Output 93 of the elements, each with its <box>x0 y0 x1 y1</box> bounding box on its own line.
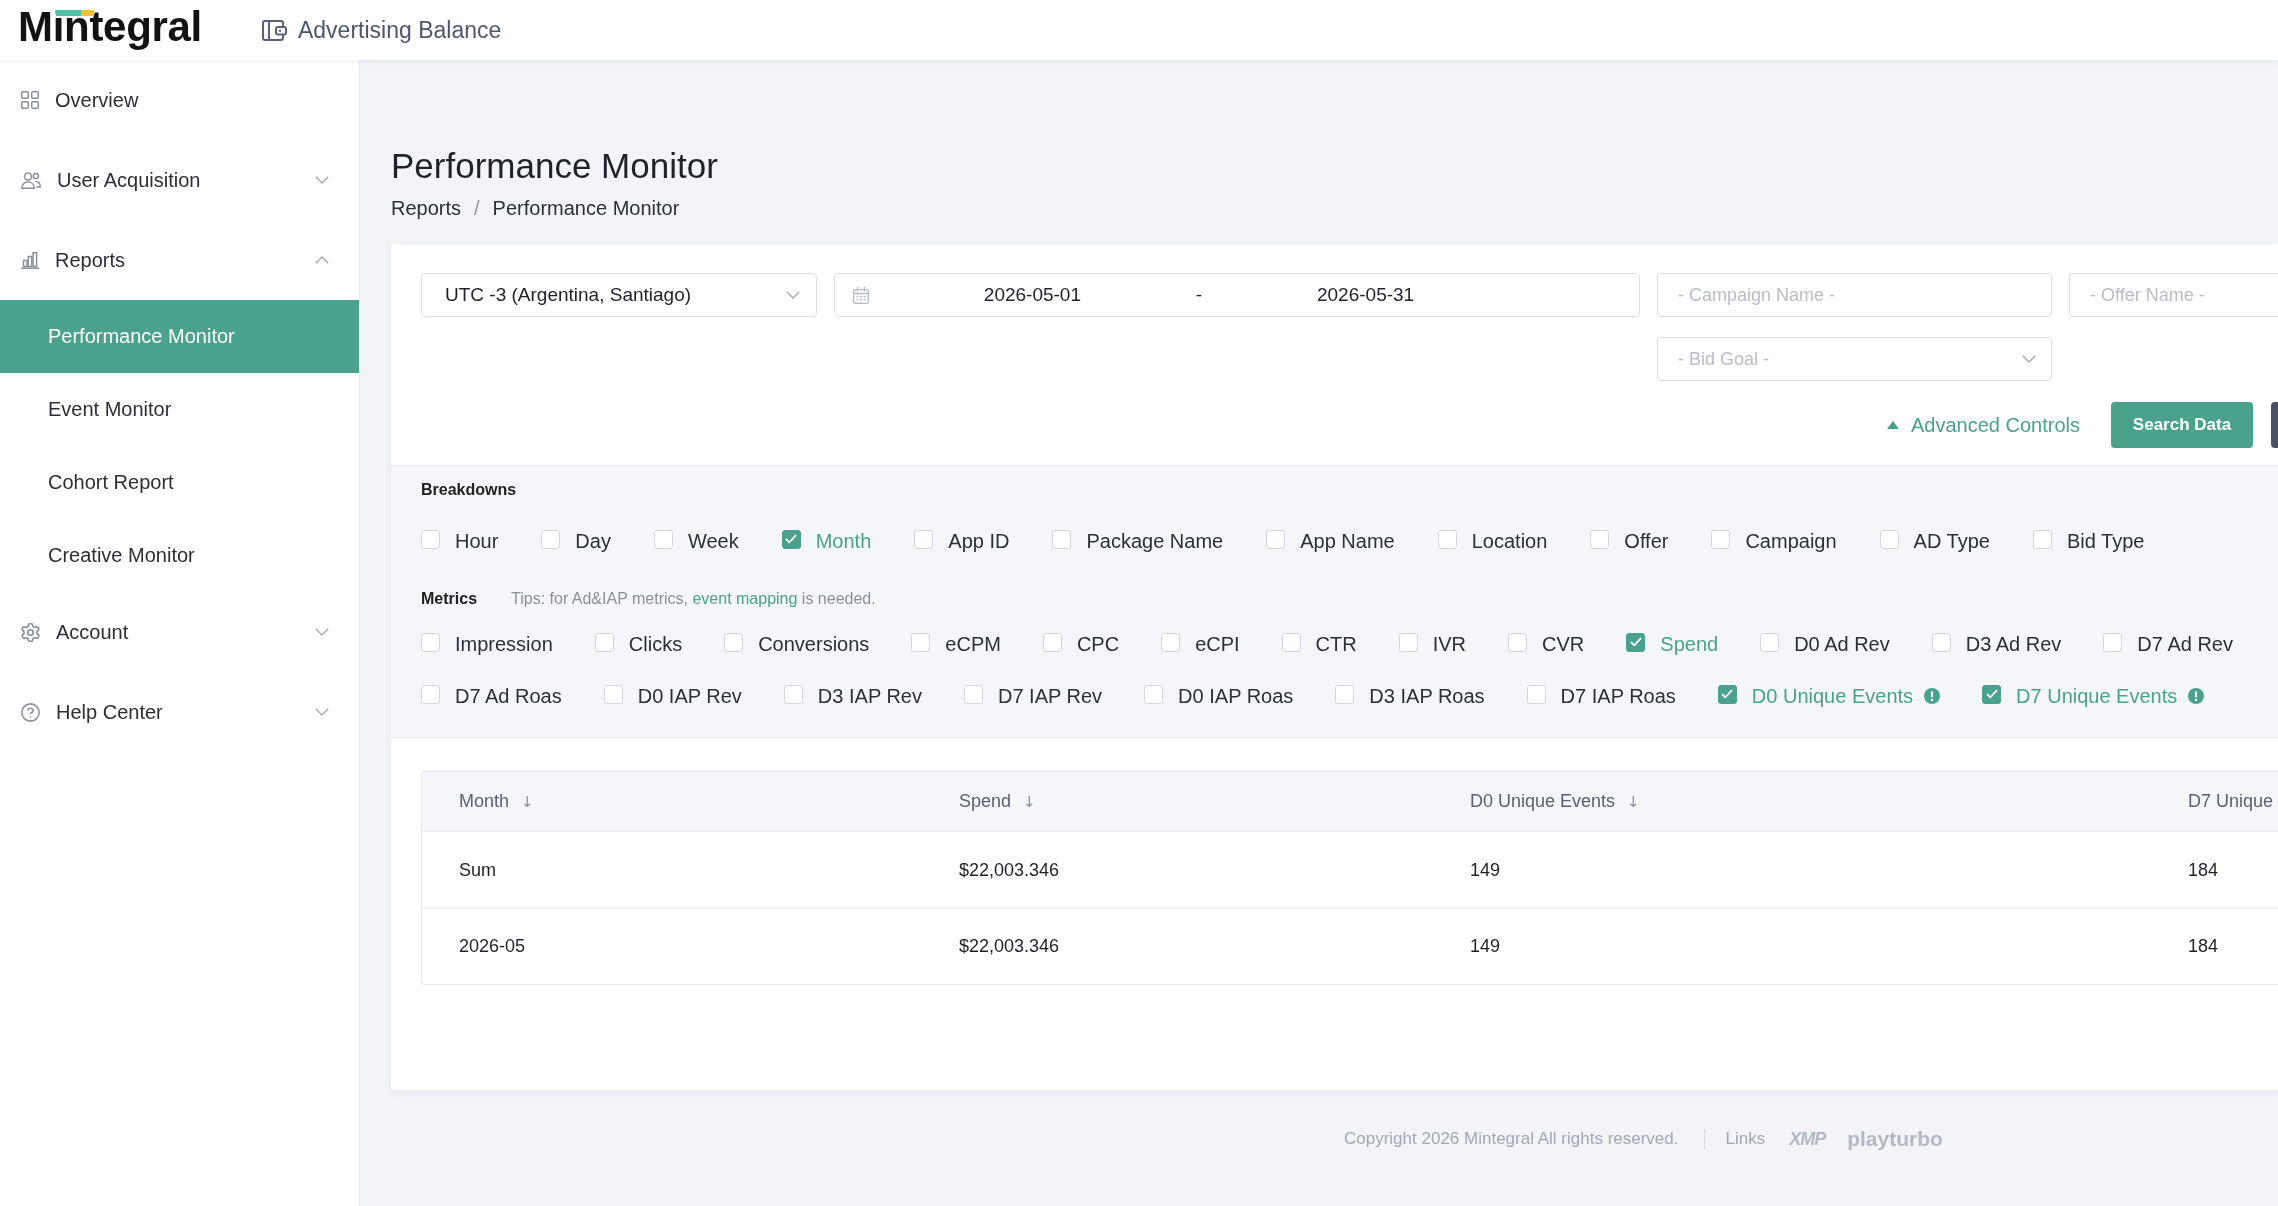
check-icon <box>785 534 798 544</box>
checkbox-label: Campaign <box>1745 529 1837 553</box>
nav-subitem[interactable]: Event Monitor <box>0 373 359 446</box>
checkbox-label: Offer <box>1624 529 1669 553</box>
checkbox-label: Location <box>1471 529 1548 553</box>
checkbox[interactable] <box>1626 632 1646 652</box>
checkbox-label: D0 IAP Rev <box>637 684 742 708</box>
bid-goal-select[interactable]: - Bid Goal - <box>1657 337 2052 381</box>
users-icon <box>21 171 41 189</box>
checkbox-label: App ID <box>948 529 1010 553</box>
copyright-text: Copyright 2026 Mintegral All rights reserved. <box>1344 1129 1679 1149</box>
checkbox-label: Impression <box>455 632 553 656</box>
chevron-down-icon <box>786 291 800 299</box>
checkbox-label: D3 IAP Rev <box>817 684 922 708</box>
bar-chart-icon <box>21 251 39 269</box>
range-separator: - <box>1195 284 1203 306</box>
checkbox-label: App Name <box>1300 529 1395 553</box>
end-date-input[interactable]: 2026-05-31 <box>1202 284 1529 306</box>
breadcrumb-current: Performance Monitor <box>492 196 680 220</box>
table-cell-text: 184 <box>2187 936 2220 957</box>
metrics-tip: Tips: for Ad&IAP metrics, event mapping is needed. <box>511 589 876 609</box>
breadcrumb-link[interactable]: Reports <box>391 196 462 220</box>
info-icon[interactable] <box>1924 688 1941 704</box>
start-date-input[interactable]: 2026-05-01 <box>869 284 1196 306</box>
checkbox[interactable] <box>1717 684 1737 704</box>
nav-subitem[interactable]: Cohort Report <box>0 446 359 519</box>
table-cell-text: 184 <box>2187 859 2220 881</box>
checkbox-label: D7 IAP Roas <box>1560 684 1676 708</box>
checkbox-label: D0 Ad Rev <box>1794 632 1890 656</box>
checkbox-label: D7 IAP Rev <box>998 684 1103 708</box>
table-cell-text: 2026-05 <box>458 936 527 957</box>
table-cell-text: Sum <box>458 859 497 881</box>
nav-subitem[interactable]: Creative Monitor <box>0 519 359 592</box>
table-cell-text: $22,003.346 <box>958 936 1061 957</box>
settings-icon <box>21 622 40 642</box>
column-header[interactable]: Spend ↓ <box>959 791 1036 812</box>
breadcrumb-separator: / <box>474 196 480 220</box>
checkbox-label: D7 Ad Roas <box>455 684 562 708</box>
checkbox-label: CTR <box>1315 632 1357 656</box>
column-header[interactable]: D7 Unique <box>2188 791 2274 812</box>
checkbox-label: eCPM <box>945 632 1001 656</box>
offer-name-field[interactable]: - Offer Name - <box>2069 273 2278 317</box>
column-header[interactable]: D0 Unique Events ↓ <box>1470 791 1640 812</box>
campaign-name-field[interactable]: - Campaign Name - <box>1657 273 2052 317</box>
advertising-balance-link[interactable]: Advertising Balance <box>262 16 502 44</box>
help-icon <box>21 702 40 722</box>
checkbox-label: Clicks <box>628 632 683 656</box>
page-title: Performance Monitor <box>391 145 719 187</box>
checkbox-label: D7 Unique Events <box>2016 684 2178 708</box>
brand-logo[interactable]: Mintegral <box>18 3 202 51</box>
timezone-select[interactable]: UTC -3 (Argentina, Santiago) <box>421 273 817 317</box>
check-icon <box>1721 689 1734 699</box>
wallet-icon <box>262 19 287 41</box>
check-icon <box>1985 689 1998 699</box>
checkbox-label: IVR <box>1432 632 1467 656</box>
checkbox-label: D0 Unique Events <box>1751 684 1914 708</box>
checkbox-label: Conversions <box>758 632 870 656</box>
checkbox-label: CPC <box>1076 632 1120 656</box>
links-label: Links <box>1725 1129 1766 1149</box>
grid-icon <box>21 91 39 109</box>
chevron-down-icon <box>2022 355 2036 363</box>
info-icon[interactable] <box>2188 688 2205 704</box>
nav-item[interactable]: Help Center <box>0 672 359 752</box>
checkbox-label: D3 Ad Rev <box>1965 632 2062 656</box>
checkbox-label: D7 Ad Rev <box>2137 632 2233 656</box>
checkbox-label: AD Type <box>1913 529 1990 553</box>
checkbox-label: Day <box>575 529 611 553</box>
nav-item[interactable]: Account <box>0 592 359 672</box>
checkbox-label: Bid Type <box>2066 529 2145 553</box>
check-icon <box>1629 637 1642 647</box>
checkbox-label: CVR <box>1542 632 1585 656</box>
checkbox-label: D0 IAP Roas <box>1178 684 1294 708</box>
calendar-icon <box>853 286 869 304</box>
column-header[interactable]: Month ↓ <box>459 791 534 812</box>
table-cell-text: $22,003.346 <box>958 859 1061 881</box>
table-cell-text: 149 <box>1469 936 1502 957</box>
nav-item[interactable]: Reports <box>0 220 359 300</box>
partial-button[interactable] <box>2271 402 2278 448</box>
date-range-picker[interactable]: 2026-05-01 - 2026-05-31 <box>834 273 1640 317</box>
checkbox-label: D3 IAP Roas <box>1369 684 1485 708</box>
table-cell-text: 149 <box>1469 859 1502 881</box>
section-label: Metrics <box>421 589 478 609</box>
nav-item[interactable]: Overview <box>0 60 359 140</box>
checkbox-label: Spend <box>1660 632 1719 656</box>
checkbox-label: Hour <box>455 529 499 553</box>
checkbox[interactable] <box>1982 684 2002 704</box>
checkbox-label: Package Name <box>1086 529 1224 553</box>
checkbox-label: eCPI <box>1195 632 1240 656</box>
checkbox[interactable] <box>781 529 801 549</box>
nav-item[interactable]: User Acquisition <box>0 140 359 220</box>
section-label: Breakdowns <box>421 480 518 500</box>
checkbox-label: Month <box>815 529 872 553</box>
checkbox-label: Week <box>687 529 739 553</box>
